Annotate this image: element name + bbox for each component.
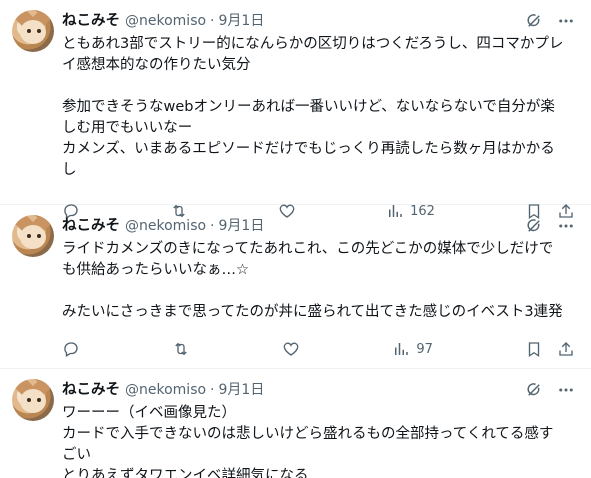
tweet[interactable]: ねこみそ @nekomiso · 9月1日 ライドカメンズのきになってたあれこれ… <box>0 205 591 369</box>
display-name[interactable]: ねこみそ <box>62 217 120 235</box>
avatar[interactable] <box>12 10 54 52</box>
views-count: 97 <box>416 341 433 357</box>
more-icon[interactable] <box>557 217 575 235</box>
tweet[interactable]: ねこみそ @nekomiso · 9月1日 ともあれ3部でストリー的になんらかの… <box>0 0 591 220</box>
timeline-feed: ねこみそ @nekomiso · 9月1日 ともあれ3部でストリー的になんらかの… <box>0 0 591 478</box>
post-date[interactable]: 9月1日 <box>219 12 265 30</box>
reply-icon <box>64 342 78 357</box>
views-button[interactable]: 97 <box>392 340 433 358</box>
user-handle[interactable]: @nekomiso <box>125 381 206 399</box>
repost-icon <box>175 342 187 356</box>
bookmark-icon <box>528 342 540 358</box>
reply-button[interactable] <box>62 340 80 358</box>
grok-icon[interactable] <box>525 12 543 30</box>
avatar[interactable] <box>12 215 54 257</box>
bookmark-button[interactable] <box>525 340 543 358</box>
user-handle[interactable]: @nekomiso <box>125 12 206 30</box>
separator-dot: · <box>210 13 215 29</box>
post-date[interactable]: 9月1日 <box>219 217 265 235</box>
tweet-header: ねこみそ @nekomiso · 9月1日 <box>62 217 575 235</box>
tweet-header: ねこみそ @nekomiso · 9月1日 <box>62 381 575 399</box>
separator-dot: · <box>210 382 215 398</box>
repost-button[interactable] <box>172 340 190 358</box>
tweet-actions: 97 <box>62 331 575 367</box>
post-date[interactable]: 9月1日 <box>219 381 265 399</box>
tweet-header: ねこみそ @nekomiso · 9月1日 <box>62 12 575 30</box>
user-handle[interactable]: @nekomiso <box>125 217 206 235</box>
tweet-text: ともあれ3部でストリー的になんらかの区切りはつくだろうし、四コマかプレイ感想本的… <box>62 36 564 178</box>
tweet-text: ライドカメンズのきになってたあれこれ、この先どこかの媒体で少しだけでも供給あった… <box>62 241 563 320</box>
display-name[interactable]: ねこみそ <box>62 12 120 30</box>
tweet-text: ワーーー（イベ画像見た） カードで入手できないのは悲しいけどら盛れるもの全部持っ… <box>62 405 554 478</box>
grok-icon[interactable] <box>525 217 543 235</box>
share-icon <box>559 342 573 356</box>
like-button[interactable] <box>282 340 300 358</box>
tweet[interactable]: ねこみそ @nekomiso · 9月1日 ワーーー（イベ画像見た） カードで入… <box>0 369 591 478</box>
share-button[interactable] <box>557 340 575 358</box>
more-icon[interactable] <box>557 381 575 399</box>
grok-icon[interactable] <box>525 381 543 399</box>
more-icon[interactable] <box>557 12 575 30</box>
avatar[interactable] <box>12 379 54 421</box>
heart-icon <box>283 342 299 356</box>
views-icon <box>395 343 409 355</box>
separator-dot: · <box>210 218 215 234</box>
display-name[interactable]: ねこみそ <box>62 381 120 399</box>
